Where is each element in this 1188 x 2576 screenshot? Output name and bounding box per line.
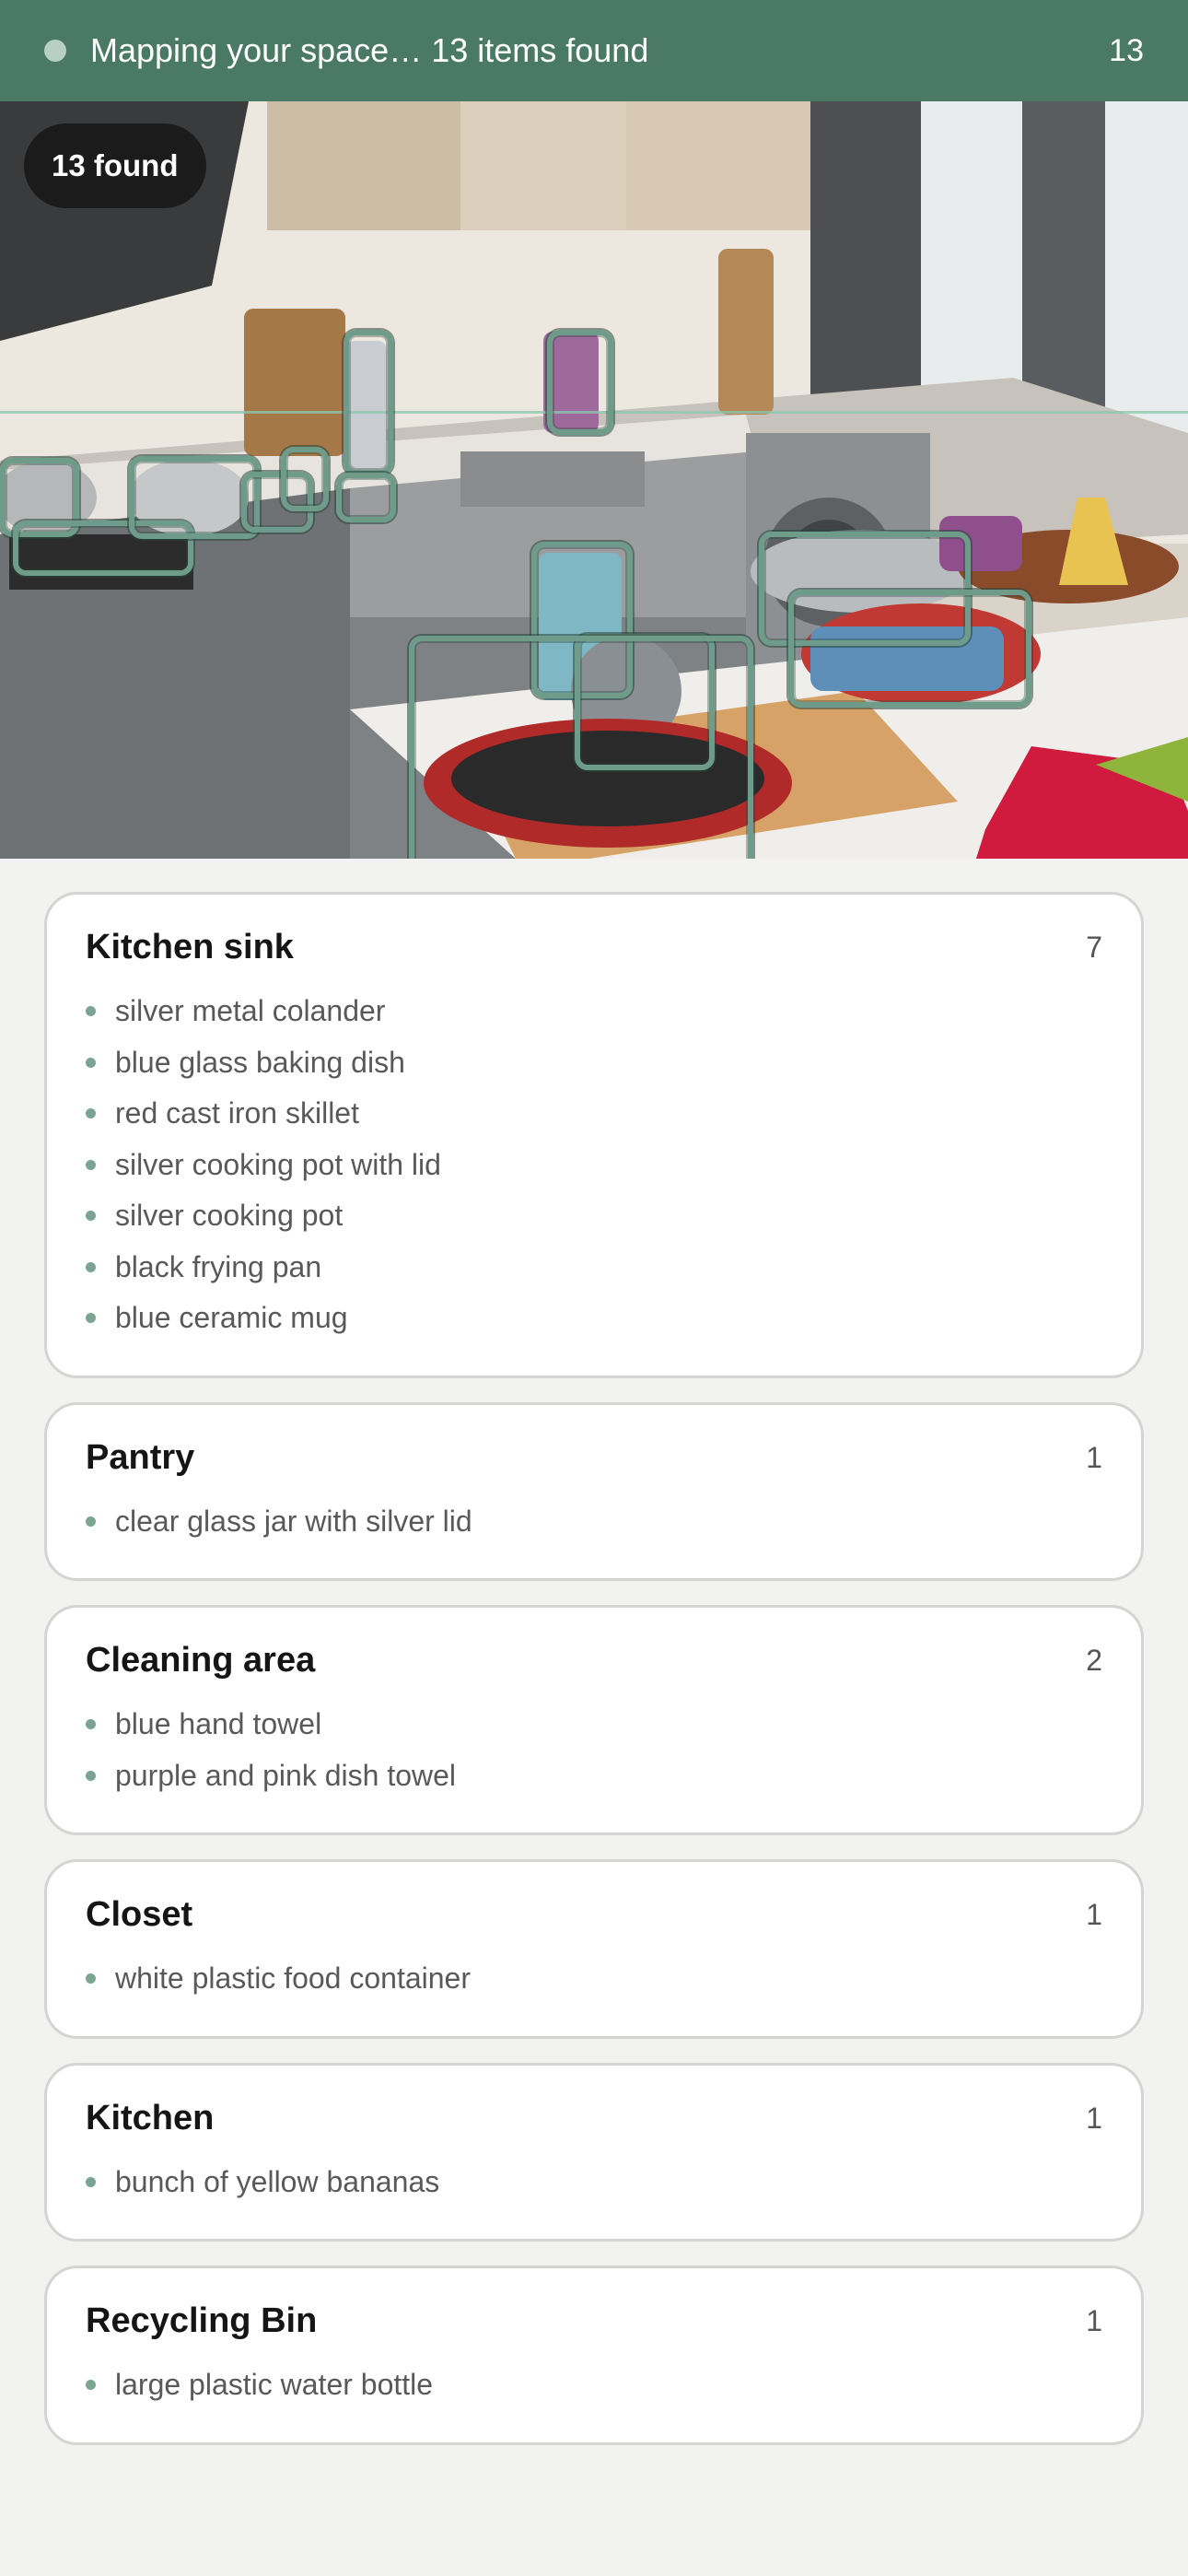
location-count: 1 bbox=[1086, 2101, 1102, 2135]
list-item: blue glass baking dish bbox=[86, 1037, 1102, 1089]
card-header: Kitchen sink 7 bbox=[86, 928, 1102, 967]
location-card[interactable]: Kitchen 1 bunch of yellow bananas bbox=[44, 2062, 1144, 2242]
list-item: silver metal colander bbox=[86, 986, 1102, 1037]
location-list: Kitchen sink 7 silver metal colander blu… bbox=[44, 892, 1144, 2469]
list-item: purple and pink dish towel bbox=[86, 1751, 1102, 1802]
status-dot-icon bbox=[44, 40, 66, 62]
item-label: blue glass baking dish bbox=[115, 1045, 405, 1079]
bullet-icon bbox=[86, 1313, 96, 1324]
status-count: 13 bbox=[1109, 32, 1144, 68]
bullet-icon bbox=[86, 1057, 96, 1068]
location-title: Closet bbox=[86, 1895, 193, 1934]
item-label: purple and pink dish towel bbox=[115, 1758, 457, 1792]
location-title: Kitchen sink bbox=[86, 928, 294, 966]
location-card[interactable]: Pantry 1 clear glass jar with silver lid bbox=[44, 1401, 1144, 1581]
bullet-icon bbox=[86, 1261, 96, 1272]
list-item: white plastic food container bbox=[86, 1953, 1102, 2005]
card-header: Closet 1 bbox=[86, 1895, 1102, 1935]
scene-photo: 13 found bbox=[0, 101, 1188, 859]
list-item: bunch of yellow bananas bbox=[86, 2157, 1102, 2208]
bullet-icon bbox=[86, 1973, 96, 1985]
location-card[interactable]: Recycling Bin 1 large plastic water bott… bbox=[44, 2266, 1144, 2445]
item-label: white plastic food container bbox=[115, 1961, 471, 1996]
item-label: clear glass jar with silver lid bbox=[115, 1504, 472, 1538]
location-count: 1 bbox=[1086, 1440, 1102, 1474]
found-count-badge: 13 found bbox=[24, 123, 206, 208]
detection-box[interactable] bbox=[129, 456, 260, 539]
bullet-icon bbox=[86, 2380, 96, 2391]
location-title: Pantry bbox=[86, 1437, 195, 1477]
list-item: large plastic water bottle bbox=[86, 2359, 1102, 2411]
bullet-icon bbox=[86, 1516, 96, 1527]
bullet-icon bbox=[86, 1159, 96, 1170]
item-label: silver cooking pot with lid bbox=[115, 1147, 441, 1181]
detection-box[interactable] bbox=[409, 636, 753, 859]
item-label: blue hand towel bbox=[115, 1707, 322, 1741]
location-count: 1 bbox=[1086, 1898, 1102, 1931]
bullet-icon bbox=[86, 1719, 96, 1730]
bullet-icon bbox=[86, 1211, 96, 1222]
list-item: silver cooking pot bbox=[86, 1190, 1102, 1242]
bullet-icon bbox=[86, 2176, 96, 2187]
item-list: white plastic food container bbox=[86, 1953, 1102, 2005]
location-card[interactable]: Kitchen sink 7 silver metal colander blu… bbox=[44, 892, 1144, 1378]
detection-box[interactable] bbox=[547, 330, 613, 435]
detection-box[interactable] bbox=[281, 447, 329, 511]
item-label: silver cooking pot bbox=[115, 1199, 344, 1233]
location-title: Cleaning area bbox=[86, 1641, 316, 1680]
list-item: black frying pan bbox=[86, 1242, 1102, 1294]
status-bar: Mapping your space… 13 items found 13 bbox=[0, 0, 1188, 101]
list-item: clear glass jar with silver lid bbox=[86, 1496, 1102, 1548]
card-header: Recycling Bin 1 bbox=[86, 2301, 1102, 2341]
location-card[interactable]: Cleaning area 2 blue hand towel purple a… bbox=[44, 1605, 1144, 1835]
item-list: blue hand towel purple and pink dish tow… bbox=[86, 1699, 1102, 1801]
detection-box[interactable] bbox=[344, 330, 393, 475]
item-label: black frying pan bbox=[115, 1249, 322, 1283]
list-item: silver cooking pot with lid bbox=[86, 1140, 1102, 1191]
card-header: Kitchen 1 bbox=[86, 2099, 1102, 2138]
item-list: silver metal colander blue glass baking … bbox=[86, 986, 1102, 1344]
item-label: red cast iron skillet bbox=[115, 1096, 359, 1130]
location-count: 1 bbox=[1086, 2304, 1102, 2337]
card-header: Pantry 1 bbox=[86, 1438, 1102, 1478]
list-item: blue ceramic mug bbox=[86, 1293, 1102, 1344]
list-item: red cast iron skillet bbox=[86, 1088, 1102, 1140]
location-count: 2 bbox=[1086, 1644, 1102, 1677]
location-card[interactable]: Closet 1 white plastic food container bbox=[44, 1859, 1144, 2039]
item-list: clear glass jar with silver lid bbox=[86, 1496, 1102, 1548]
item-label: bunch of yellow bananas bbox=[115, 2164, 440, 2198]
item-list: large plastic water bottle bbox=[86, 2359, 1102, 2411]
location-count: 7 bbox=[1086, 931, 1102, 964]
list-item: blue hand towel bbox=[86, 1699, 1102, 1751]
bullet-icon bbox=[86, 1006, 96, 1017]
detection-box[interactable] bbox=[336, 473, 396, 522]
location-title: Recycling Bin bbox=[86, 2301, 318, 2340]
item-list: bunch of yellow bananas bbox=[86, 2157, 1102, 2208]
status-text: Mapping your space… 13 items found bbox=[90, 31, 649, 69]
item-label: silver metal colander bbox=[115, 994, 386, 1028]
bullet-icon bbox=[86, 1108, 96, 1119]
item-label: large plastic water bottle bbox=[115, 2368, 434, 2402]
location-title: Kitchen bbox=[86, 2098, 215, 2137]
card-header: Cleaning area 2 bbox=[86, 1641, 1102, 1680]
detection-box[interactable] bbox=[788, 590, 1031, 708]
bullet-icon bbox=[86, 1770, 96, 1781]
item-label: blue ceramic mug bbox=[115, 1301, 348, 1335]
